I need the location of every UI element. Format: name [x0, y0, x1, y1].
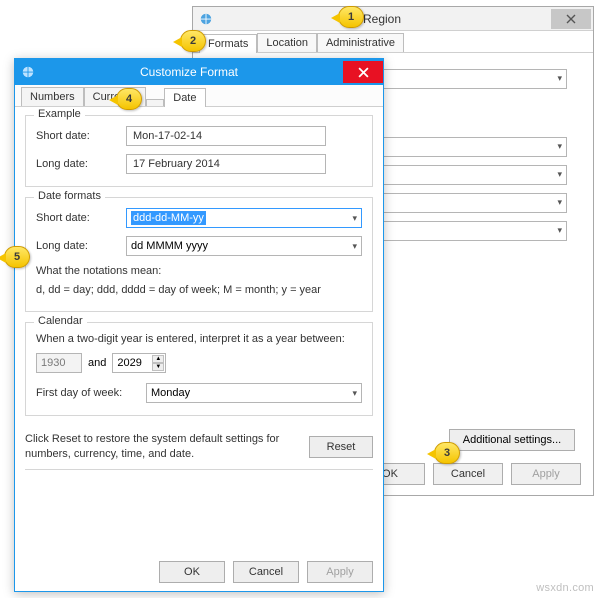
callout-marker-1: 1 — [338, 6, 364, 28]
short-date-format-combo[interactable]: ddd-dd-MM-yy ▾ — [126, 208, 362, 228]
arrow-down-icon[interactable]: ▼ — [152, 363, 164, 371]
and-label: and — [88, 357, 106, 369]
formats-legend: Date formats — [34, 190, 105, 202]
first-day-combo[interactable]: Monday ▾ — [146, 383, 362, 403]
divider — [25, 469, 373, 470]
example-long-label: Long date: — [36, 158, 126, 170]
chevron-down-icon: ▾ — [557, 169, 562, 180]
tab-time-hidden[interactable] — [146, 99, 164, 106]
year-to-value: 2029 — [117, 357, 141, 369]
customize-format-dialog: Customize Format Numbers Currency Date E… — [14, 58, 384, 592]
globe-icon — [199, 12, 213, 26]
region-combo-5[interactable]: ▾ — [357, 221, 567, 241]
region-close-button[interactable] — [551, 9, 591, 29]
region-titlebar[interactable]: Region — [193, 7, 593, 31]
tab-date[interactable]: Date — [164, 88, 205, 107]
customize-title: Customize Format — [35, 65, 343, 79]
example-long-value: 17 February 2014 — [126, 154, 326, 174]
callout-marker-4: 4 — [116, 88, 142, 110]
group-date-formats: Date formats Short date: ddd-dd-MM-yy ▾ … — [25, 197, 373, 312]
region-tabs: Formats Location Administrative — [193, 31, 593, 53]
region-sample-text: 4 — [357, 309, 579, 321]
callout-marker-3: 3 — [434, 442, 460, 464]
notation-text: d, dd = day; ddd, dddd = day of week; M … — [36, 283, 362, 298]
long-date-format-combo[interactable]: dd MMMM yyyy ▾ — [126, 236, 362, 256]
tab-formats[interactable]: Formats — [199, 34, 257, 53]
chevron-down-icon: ▾ — [352, 241, 357, 252]
region-combo-4[interactable]: ▾ — [357, 193, 567, 213]
reset-button[interactable]: Reset — [309, 436, 373, 458]
format-long-label: Long date: — [36, 240, 126, 252]
example-short-label: Short date: — [36, 130, 126, 142]
spinner-arrows[interactable]: ▲▼ — [152, 355, 164, 371]
format-short-label: Short date: — [36, 212, 126, 224]
customize-apply-button[interactable]: Apply — [307, 561, 373, 583]
year-range-label: When a two-digit year is entered, interp… — [36, 333, 362, 345]
chevron-down-icon: ▾ — [557, 225, 562, 236]
tab-location[interactable]: Location — [257, 33, 317, 52]
calendar-legend: Calendar — [34, 315, 87, 327]
callout-marker-2: 2 — [180, 30, 206, 52]
customize-buttons: OK Cancel Apply — [159, 561, 373, 583]
region-combo-1[interactable]: ▾ — [357, 69, 567, 89]
year-to-spinner[interactable]: 2029 ▲▼ — [112, 353, 166, 373]
chevron-down-icon: ▾ — [352, 213, 357, 224]
region-combo-3[interactable]: ▾ — [357, 165, 567, 185]
short-date-format-value: ddd-dd-MM-yy — [131, 211, 206, 225]
notation-label: What the notations mean: — [36, 264, 362, 279]
tab-administrative[interactable]: Administrative — [317, 33, 404, 52]
region-cancel-button[interactable]: Cancel — [433, 463, 503, 485]
reset-description: Click Reset to restore the system defaul… — [25, 432, 299, 462]
first-day-value: Monday — [151, 387, 190, 399]
region-buttons: OK Cancel Apply — [355, 463, 581, 485]
example-short-value: Mon-17-02-14 — [126, 126, 326, 146]
customize-ok-button[interactable]: OK — [159, 561, 225, 583]
customize-close-button[interactable] — [343, 61, 383, 83]
year-from-readonly: 1930 — [36, 353, 82, 373]
chevron-down-icon: ▾ — [557, 73, 562, 84]
callout-marker-5: 5 — [4, 246, 30, 268]
customize-body: Example Short date: Mon-17-02-14 Long da… — [15, 107, 383, 416]
chevron-down-icon: ▾ — [557, 197, 562, 208]
group-example: Example Short date: Mon-17-02-14 Long da… — [25, 115, 373, 187]
customize-titlebar[interactable]: Customize Format — [15, 59, 383, 85]
chevron-down-icon: ▾ — [352, 388, 357, 399]
region-combo-2[interactable]: ▾ — [357, 137, 567, 157]
group-calendar: Calendar When a two-digit year is entere… — [25, 322, 373, 416]
region-apply-button[interactable]: Apply — [511, 463, 581, 485]
example-legend: Example — [34, 108, 85, 120]
region-title: Region — [213, 12, 551, 26]
watermark: wsxdn.com — [536, 582, 594, 594]
tab-numbers[interactable]: Numbers — [21, 87, 84, 106]
chevron-down-icon: ▾ — [557, 141, 562, 152]
long-date-format-value: dd MMMM yyyy — [131, 240, 208, 252]
additional-settings-button[interactable]: Additional settings... — [449, 429, 575, 451]
first-day-label: First day of week: — [36, 387, 146, 399]
customize-tabs: Numbers Currency Date — [15, 85, 383, 107]
globe-icon — [21, 65, 35, 79]
reset-row: Click Reset to restore the system defaul… — [15, 426, 383, 462]
arrow-up-icon[interactable]: ▲ — [152, 355, 164, 363]
customize-cancel-button[interactable]: Cancel — [233, 561, 299, 583]
